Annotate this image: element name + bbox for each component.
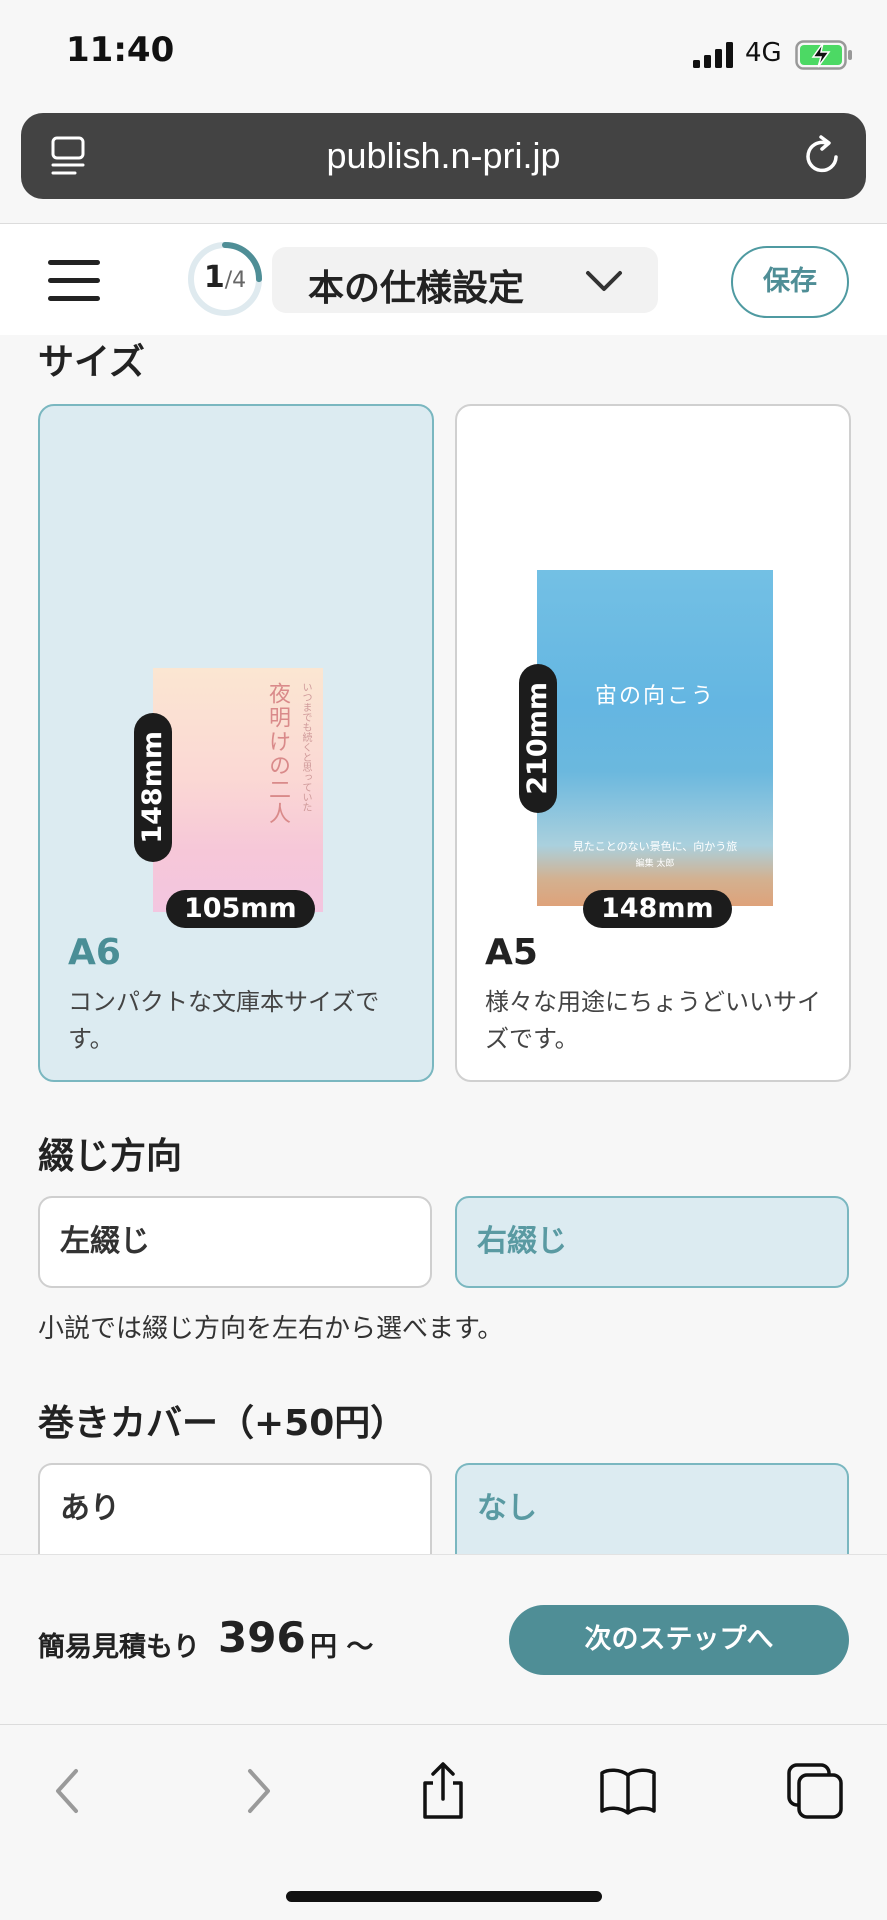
a6-size-description: コンパクトな文庫本サイズです。 [68,988,380,1053]
estimate-label: 簡易見積もり [38,1632,200,1663]
browser-toolbar [0,1724,887,1920]
estimate-price: 396 [218,1613,306,1662]
a5-cover-author: 編集 太郎 [635,859,675,869]
bookmarks-icon[interactable] [598,1761,658,1821]
chevron-down-icon [586,271,622,291]
binding-right-button[interactable]: 右綴じ [455,1196,849,1288]
next-step-button[interactable]: 次のステップへ [509,1605,849,1675]
size-option-a6[interactable]: 夜明けの二人 いつまでも続くと思っていた 148mm 105mm A6 コンパク… [38,404,434,1082]
cover-section-title: 巻きカバー（+50円） [38,1403,407,1444]
a5-cover-subtitle: 見たことのない景色に、向かう旅 [572,840,738,853]
cover-no-button[interactable]: なし [455,1463,849,1554]
signal-icon [693,42,733,68]
estimate-bar: 簡易見積もり 396 円 〜 次のステップへ [0,1554,887,1724]
step-current: 1 [203,260,225,295]
estimate-unit: 円 〜 [310,1632,374,1663]
binding-left-button[interactable]: 左綴じ [38,1196,432,1288]
a6-width-label: 105mm [166,890,315,928]
binding-section-title: 綴じ方向 [38,1136,183,1177]
url-bar[interactable]: publish.n-pri.jp [21,113,866,199]
network-label: 4G [745,38,782,68]
back-icon[interactable] [38,1761,98,1821]
a6-book-cover: 夜明けの二人 いつまでも続くと思っていた [153,668,323,912]
step-selector[interactable]: 本の仕様設定 [272,247,658,313]
hamburger-menu-icon[interactable] [48,260,102,302]
status-bar: 11:40 4G [0,0,887,110]
cover-yes-button[interactable]: あり [38,1463,432,1554]
a5-size-description: 様々な用途にちょうどいいサイズです。 [485,988,821,1053]
share-icon[interactable] [413,1761,473,1821]
battery-charging-icon [795,40,852,70]
a6-height-label: 148mm [134,713,172,862]
size-section-title: サイズ [38,342,145,383]
a5-height-label: 210mm [519,664,557,813]
save-button[interactable]: 保存 [731,246,849,318]
binding-help-text: 小説では綴じ方向を左右から選べます。 [38,1314,504,1344]
a5-width-label: 148mm [583,890,732,928]
a6-cover-title: 夜明けの二人 [265,682,290,826]
step-total: /4 [224,268,247,293]
a6-cover-subtitle: いつまでも続くと思っていた [300,682,311,812]
a5-book-cover: 宙の向こう 見たことのない景色に、向かう旅 編集 太郎 [537,570,773,906]
step-title: 本の仕様設定 [308,268,525,309]
step-counter: 1/4 [185,260,265,295]
status-time: 11:40 [66,30,175,70]
url-text[interactable]: publish.n-pri.jp [21,135,866,177]
app-header: 1/4 本の仕様設定 保存 [0,223,887,335]
tabs-icon[interactable] [785,1761,845,1821]
a5-cover-title: 宙の向こう [594,684,715,709]
forward-icon[interactable] [228,1761,288,1821]
home-indicator [286,1891,602,1902]
reload-icon[interactable] [802,135,844,177]
a5-size-name: A5 [485,932,538,973]
size-option-a5[interactable]: 宙の向こう 見たことのない景色に、向かう旅 編集 太郎 210mm 148mm … [455,404,851,1082]
a6-size-name: A6 [68,932,121,973]
